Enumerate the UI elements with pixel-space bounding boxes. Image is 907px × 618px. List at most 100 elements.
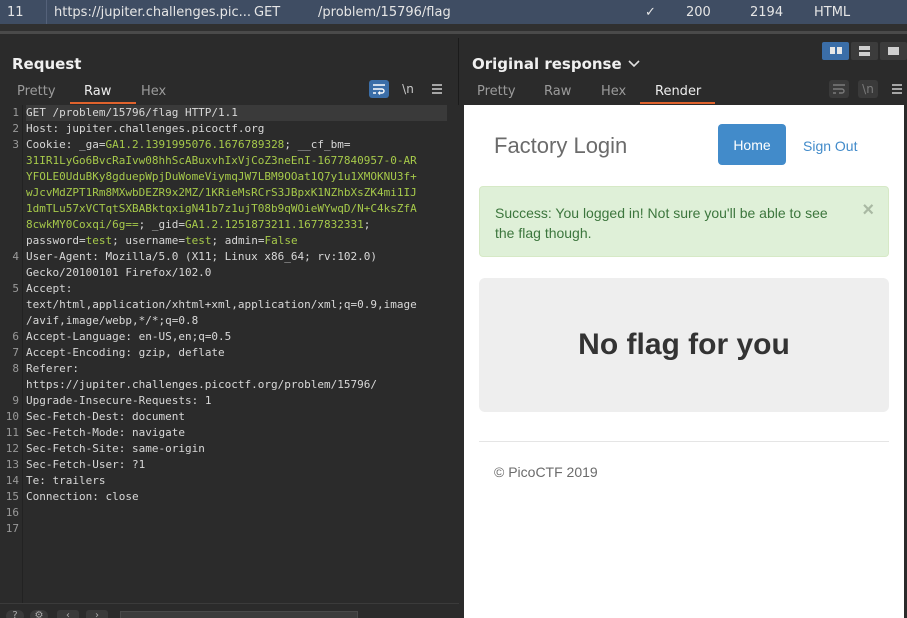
line-segment: = bbox=[78, 234, 86, 247]
line-text: wJcvMdZPT1Rm8MXwbDEZR9x2MZ/1KRieMsRCrS3J… bbox=[26, 185, 459, 201]
response-menu-button[interactable] bbox=[887, 80, 907, 98]
code-line: 2 Host: jupiter.challenges.picoctf.org bbox=[0, 121, 459, 137]
line-text: Sec-Fetch-Mode: navigate bbox=[26, 425, 459, 441]
wrap-lines-toggle bbox=[829, 80, 849, 98]
rendered-page: Factory Login Home Sign Out Success: You… bbox=[464, 105, 904, 618]
layout-single-button[interactable] bbox=[880, 42, 907, 60]
history-selected-row[interactable]: 11 https://jupiter.challenges.pic... GET… bbox=[0, 0, 907, 24]
tab-pretty[interactable]: Pretty bbox=[17, 84, 56, 99]
code-line: 1 GET /problem/15796/flag HTTP/1.1 bbox=[0, 105, 459, 121]
request-footer-toolbar: ? ⚙ ‹ › bbox=[0, 603, 459, 618]
param-value: 1dmTLu57xVCTqtSXBABktqxigN41b7z1ujT08b9q… bbox=[26, 202, 417, 215]
code-line: 14 Te: trailers bbox=[0, 473, 459, 489]
layout-side-by-side-button[interactable] bbox=[822, 42, 849, 60]
line-segment: : jupiter.challenges.picoctf.org bbox=[52, 122, 265, 135]
param-value: GA1.2.1391995076.1676789328 bbox=[105, 138, 285, 151]
line-segment: = bbox=[343, 138, 351, 151]
code-line: 31IR1LyGo6BvcRaIvw08hhScABuxvhIxVjCoZ3ne… bbox=[0, 153, 459, 169]
param-value: test bbox=[184, 234, 212, 247]
line-text bbox=[26, 505, 459, 521]
code-line: 16 bbox=[0, 505, 459, 521]
search-next-button[interactable]: › bbox=[86, 610, 108, 618]
line-segment: ; bbox=[112, 234, 126, 247]
request-raw-text[interactable]: 1 GET /problem/15796/flag HTTP/1.1 2 Host: … bbox=[0, 105, 459, 537]
page-brand: Factory Login bbox=[494, 133, 628, 158]
gear-icon[interactable]: ⚙ bbox=[30, 610, 48, 618]
history-path: /problem/15796/flag bbox=[318, 5, 451, 20]
line-text: password=test; username=test; admin=Fals… bbox=[26, 233, 459, 249]
history-method: GET bbox=[254, 5, 281, 20]
response-view-dropdown[interactable]: Original response bbox=[472, 55, 640, 73]
tab-raw[interactable]: Raw bbox=[544, 84, 571, 99]
line-number: 17 bbox=[5, 522, 19, 535]
line-segment: : gzip, deflate bbox=[125, 346, 225, 359]
line-text: Referer: bbox=[26, 361, 459, 377]
line-text: User-Agent: Mozilla/5.0 (X11; Linux x86_… bbox=[26, 249, 459, 265]
header-name: Cookie bbox=[26, 138, 66, 151]
history-horizontal-scrollbar[interactable] bbox=[0, 31, 907, 34]
footer-divider bbox=[479, 441, 889, 442]
close-icon[interactable]: × bbox=[862, 200, 874, 220]
line-number: 16 bbox=[5, 506, 19, 519]
header-name: Connection bbox=[26, 490, 93, 503]
code-line: 15 Connection: close bbox=[0, 489, 459, 505]
line-text: Accept-Language: en-US,en;q=0.5 bbox=[26, 329, 459, 345]
jumbotron-heading: No flag for you bbox=[578, 328, 790, 361]
jumbotron: No flag for you bbox=[479, 278, 889, 412]
code-line: 4 User-Agent: Mozilla/5.0 (X11; Linux x86… bbox=[0, 249, 459, 265]
line-segment: : bbox=[72, 362, 79, 375]
param-value: False bbox=[264, 234, 298, 247]
header-name: Referer bbox=[26, 362, 73, 375]
line-number: 11 bbox=[5, 426, 19, 439]
help-icon[interactable]: ? bbox=[6, 610, 24, 618]
tab-raw[interactable]: Raw bbox=[84, 84, 111, 99]
search-prev-button[interactable]: ‹ bbox=[57, 610, 79, 618]
code-line: YFOLE0UduBKy8gduepWpjDuWomeViymqJW7LBM9O… bbox=[0, 169, 459, 185]
line-segment: : close bbox=[92, 490, 139, 503]
line-number: 1 bbox=[12, 106, 19, 119]
line-text: Connection: close bbox=[26, 489, 459, 505]
request-menu-button[interactable] bbox=[427, 80, 447, 98]
header-name: Sec-Fetch-Mode bbox=[26, 426, 119, 439]
line-number: 14 bbox=[5, 474, 19, 487]
tab-render[interactable]: Render bbox=[655, 84, 701, 99]
line-text: Te: trailers bbox=[26, 473, 459, 489]
history-url: https://jupiter.challenges.pic... bbox=[54, 5, 252, 20]
history-edited-check: ✓ bbox=[645, 5, 656, 20]
code-line: 12 Sec-Fetch-Site: same-origin bbox=[0, 441, 459, 457]
header-name: username bbox=[125, 234, 179, 247]
search-input[interactable] bbox=[120, 611, 358, 618]
code-line: 17 bbox=[0, 521, 459, 537]
code-line: 13 Sec-Fetch-User: ?1 bbox=[0, 457, 459, 473]
sign-out-link[interactable]: Sign Out bbox=[803, 138, 857, 154]
line-segment: = bbox=[98, 138, 106, 151]
layout-stacked-button[interactable] bbox=[851, 42, 878, 60]
line-segment: ; bbox=[138, 218, 152, 231]
header-name: Accept-Encoding bbox=[26, 346, 126, 359]
code-line: https://jupiter.challenges.picoctf.org/p… bbox=[0, 377, 459, 393]
line-text: Sec-Fetch-Dest: document bbox=[26, 409, 459, 425]
line-number: 5 bbox=[12, 282, 19, 295]
line-text: GET /problem/15796/flag HTTP/1.1 bbox=[26, 105, 447, 121]
line-segment: /avif,image/webp,*/*;q=0.8 bbox=[26, 314, 199, 327]
tab-pretty[interactable]: Pretty bbox=[477, 84, 516, 99]
request-tabs: Pretty Raw Hex bbox=[0, 80, 459, 104]
header-name: _gid bbox=[151, 218, 179, 231]
line-number: 7 bbox=[12, 346, 19, 359]
line-text: YFOLE0UduBKy8gduepWpjDuWomeViymqJW7LBM9O… bbox=[26, 169, 459, 185]
header-name: Upgrade-Insecure-Requests bbox=[26, 394, 192, 407]
line-segment: : en-US,en;q=0.5 bbox=[125, 330, 232, 343]
alert-message: Success: You logged in! Not sure you'll … bbox=[495, 205, 828, 241]
request-title: Request bbox=[12, 55, 82, 73]
line-segment: : same-origin bbox=[118, 442, 205, 455]
line-text: Host: jupiter.challenges.picoctf.org bbox=[26, 121, 459, 137]
tab-hex[interactable]: Hex bbox=[141, 84, 166, 99]
header-name: User-Agent bbox=[26, 250, 93, 263]
request-editor[interactable]: 1 GET /problem/15796/flag HTTP/1.1 2 Host: … bbox=[0, 105, 459, 603]
show-newlines-toggle[interactable]: \n bbox=[398, 80, 418, 98]
line-segment: = bbox=[178, 218, 185, 231]
wrap-lines-toggle[interactable] bbox=[369, 80, 389, 98]
request-panel: Request Pretty Raw Hex \n 1 GET /problem/… bbox=[0, 38, 459, 618]
home-button[interactable]: Home bbox=[718, 124, 786, 165]
tab-hex[interactable]: Hex bbox=[601, 84, 626, 99]
